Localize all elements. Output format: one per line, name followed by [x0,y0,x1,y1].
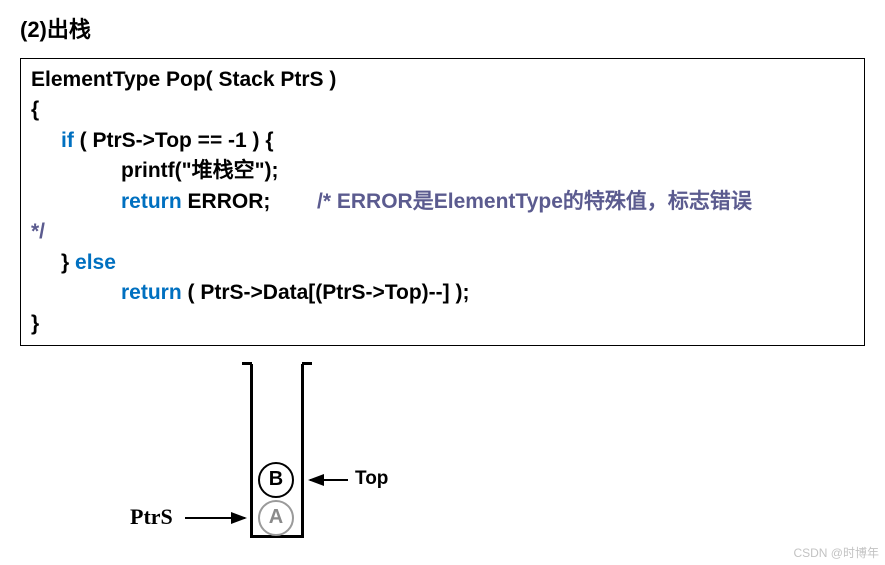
comment-start: /* ERROR是ElementType的特殊值，标志错误 [317,190,752,213]
stack-diagram: B A PtrS Top [130,364,650,554]
brace-close: } [61,251,75,274]
code-line-4: printf("堆栈空"); [121,159,279,182]
code-line-3-rest: ( PtrS->Top == -1 ) { [74,129,274,152]
kw-if: if [61,129,74,152]
code-line-5-rest: ERROR; [182,190,271,213]
code-line-9: } [31,312,39,335]
code-line-8-rest: ( PtrS->Data[(PtrS->Top)--] ); [182,281,470,304]
code-line-1: ElementType Pop( Stack PtrS ) [31,68,336,91]
code-block: ElementType Pop( Stack PtrS ) { if ( Ptr… [20,58,865,346]
watermark: CSDN @时博年 [793,544,879,561]
code-line-2: { [31,98,39,121]
section-heading: (2)出栈 [20,12,865,44]
kw-return-1: return [121,190,182,213]
kw-else: else [75,251,116,274]
kw-return-2: return [121,281,182,304]
arrows-svg [130,364,650,554]
comment-end: */ [31,220,45,243]
